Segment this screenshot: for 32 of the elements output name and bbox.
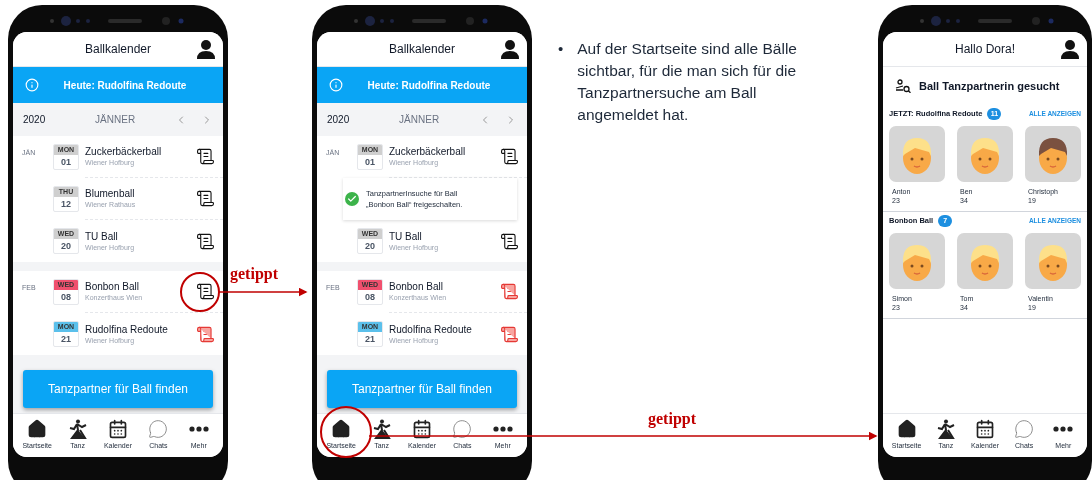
day-number: 21 [60,333,72,346]
ball-name: Blumenball [85,187,136,200]
day-number: 12 [60,198,72,211]
day-number: 08 [60,291,72,304]
year-label: 2020 [23,113,46,127]
ball-name: Rudolfina Redoute [85,322,169,336]
screen-title: Ballkalender [388,41,455,58]
ball-name: Zuckerbäckerball [85,145,163,158]
banner-text: Heute: Rudolfina Redoute [366,78,492,93]
year-label: 2020 [327,113,350,127]
day-number: 20 [364,240,376,253]
ball-name: TU Ball [389,229,423,243]
bullet-mark: • [558,39,564,59]
banner-text: Heute: Rudolfina Redoute [62,78,188,93]
ball-name: Rudolfina Redoute [389,322,473,336]
ball-name: Bonbon Ball [389,280,444,293]
month-label: JÄNNER [398,113,441,127]
day-number: 20 [60,240,72,253]
note-text: Auf der Startseite sind alle Bälle sichtbar, für die man sich für die Tanzpartnersuche am Ball angemeldet hat. [577,39,798,125]
day-number: 08 [364,291,376,304]
section-heading: Ball Tanzpartnerin gesucht [919,78,1060,94]
ball-name: TU Ball [85,229,119,243]
month-label: JÄNNER [94,113,137,127]
tap-annotation: getippt [230,264,278,285]
day-number: 01 [364,156,376,169]
ball-name: Zuckerbäckerball [389,145,467,158]
tap-annotation: getippt [648,409,696,430]
day-number: 21 [364,333,376,346]
screen-title: Hallo Dora! [955,41,1015,58]
ball-name: Bonbon Ball [85,280,140,293]
day-number: 01 [60,156,72,169]
screen-title: Ballkalender [84,41,151,58]
